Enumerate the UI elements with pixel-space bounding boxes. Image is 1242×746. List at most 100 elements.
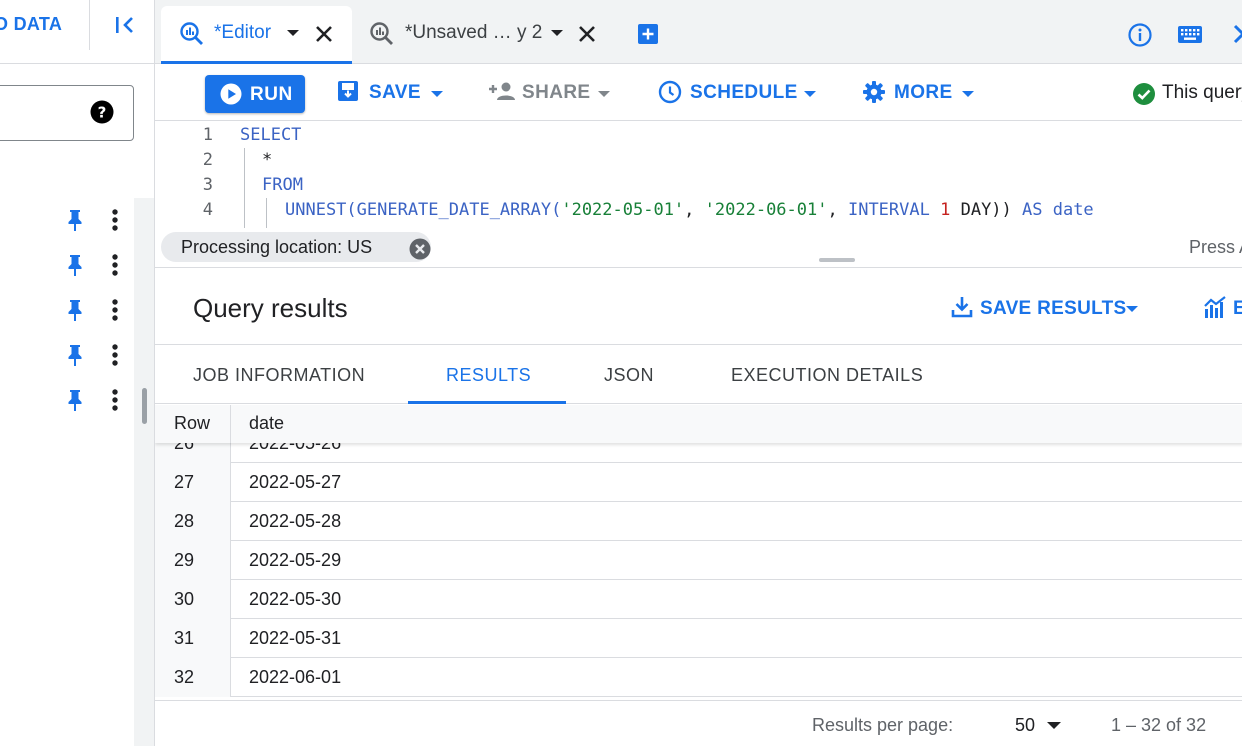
tab-editor[interactable]: *Editor [161,6,352,64]
tab-menu-icon[interactable] [287,30,299,36]
more-vert-icon[interactable] [106,388,124,412]
indent-guide [266,198,267,228]
table-row[interactable]: 31 2022-05-31 [155,619,1242,658]
more-label: MORE [894,82,953,103]
check-circle-icon [1133,83,1155,105]
column-divider[interactable] [230,405,231,443]
share-label: SHARE [522,82,591,103]
download-icon [951,297,973,318]
schedule-label: SCHEDULE [690,82,798,103]
table-row[interactable]: 32 2022-06-01 [155,658,1242,697]
clock-icon [658,80,682,104]
keyboard-hint: Press A [1189,237,1242,257]
pin-icon[interactable] [64,208,86,232]
close-icon[interactable] [576,23,598,45]
more-vert-icon[interactable] [106,298,124,322]
validation-status: This query [1132,80,1242,106]
pinned-project-row[interactable] [0,333,154,377]
run-button[interactable]: RUN [205,75,305,113]
table-row[interactable]: 29 2022-05-29 [155,541,1242,580]
results-per-page-select[interactable]: 50 [1015,715,1035,736]
panel-resize-handle[interactable] [142,388,147,424]
date-cell: 2022-06-01 [249,667,342,687]
bigquery-workspace: O DATA ? *Editor *Unsaved … y 2 RUN SAVE… [0,0,1242,746]
pin-icon[interactable] [64,253,86,277]
dropdown-arrow-icon [804,91,816,97]
header-divider [89,0,90,50]
save-label: SAVE [369,82,421,103]
pin-icon[interactable] [64,343,86,367]
clear-icon[interactable] [409,238,431,260]
column-header-row: Row [174,413,211,433]
pin-icon[interactable] [64,298,86,322]
date-cell: 2022-05-29 [249,550,342,570]
editor-workspace: *Editor *Unsaved … y 2 RUN SAVE SHARE SC… [154,0,1242,746]
explorer-header: O DATA [0,0,154,64]
query-toolbar: RUN SAVE SHARE SCHEDULE MORE This query [155,65,1242,121]
dropdown-arrow-icon [1126,306,1138,312]
validation-text: This query [1162,82,1242,103]
save-results-label: SAVE RESULTS [980,298,1127,319]
info-icon[interactable] [1127,22,1153,48]
results-table[interactable]: Row date 26 2022-05-26 27 2022-05-27 28 202… [155,405,1242,699]
more-vert-icon[interactable] [106,253,124,277]
row-number-cell: 31 [155,619,231,658]
schedule-button[interactable]: SCHEDULE [658,77,820,109]
save-results-button[interactable]: SAVE RESULTS [951,295,1141,323]
row-number-cell: 30 [155,580,231,619]
keyboard-icon[interactable] [1177,23,1203,47]
chart-icon [1204,296,1226,318]
tab-results[interactable]: RESULTS [408,346,566,404]
results-tabs: JOB INFORMATION RESULTS JSON EXECUTION D… [155,346,1242,404]
pagination-bar: Results per page: 50 1 – 32 of 32 [155,700,1242,746]
gear-icon [863,81,885,103]
processing-location-label: Processing location: US [181,237,373,257]
pinned-project-row[interactable] [0,243,154,287]
tab-unsaved-query[interactable]: *Unsaved … y 2 [367,6,603,62]
tab-job-information[interactable]: JOB INFORMATION [173,346,383,404]
add-data-button[interactable]: O DATA [0,14,62,35]
pinned-project-row[interactable] [0,288,154,332]
editor-tab-bar: *Editor *Unsaved … y 2 [155,0,1242,64]
table-row[interactable]: 30 2022-05-30 [155,580,1242,619]
date-cell: 2022-05-28 [249,511,342,531]
shortcut-icon[interactable] [1231,20,1242,48]
tab-execution-details[interactable]: EXECUTION DETAILS [711,346,949,404]
table-body: 26 2022-05-26 27 2022-05-27 28 2022-05-28 2… [155,424,1242,697]
share-button[interactable]: SHARE [488,77,614,109]
save-button[interactable]: SAVE [337,77,445,109]
results-header: Query results SAVE RESULTS E [155,269,1242,345]
more-button[interactable]: MORE [862,77,978,109]
tab-menu-icon[interactable] [551,30,563,36]
code-line-1: SELECT [240,125,302,145]
more-vert-icon[interactable] [106,343,124,367]
save-icon [338,81,358,101]
tab-json[interactable]: JSON [585,346,681,404]
explore-data-button[interactable]: E [1203,295,1242,323]
table-row[interactable]: 27 2022-05-27 [155,463,1242,502]
pinned-project-row[interactable] [0,378,154,422]
collapse-panel-icon[interactable] [112,12,138,38]
results-per-page-label: Results per page: [812,715,954,735]
row-number-cell: 29 [155,541,231,580]
svg-text:?: ? [98,104,107,122]
help-icon[interactable]: ? [90,100,114,124]
add-tab-icon[interactable] [637,23,659,45]
split-drag-handle[interactable] [819,258,855,262]
dropdown-arrow-icon[interactable] [1047,722,1061,729]
close-icon[interactable] [313,23,335,45]
date-cell: 2022-05-30 [249,589,342,609]
date-cell: 2022-05-27 [249,472,342,492]
processing-bar: Processing location: US Press A [155,228,1242,268]
query-icon [370,22,393,45]
table-row[interactable]: 28 2022-05-28 [155,502,1242,541]
more-vert-icon[interactable] [106,208,124,232]
pin-icon[interactable] [64,388,86,412]
results-title: Query results [193,293,348,323]
date-cell: 2022-05-31 [249,628,342,648]
pinned-project-row[interactable] [0,198,154,242]
pagination-range: 1 – 32 of 32 [1111,715,1207,735]
processing-location-chip[interactable]: Processing location: US [161,232,431,262]
sql-editor[interactable]: 1 2 3 4 SELECT * FROM UNNEST(GENERATE_DA… [155,122,1242,228]
row-number-cell: 28 [155,502,231,541]
